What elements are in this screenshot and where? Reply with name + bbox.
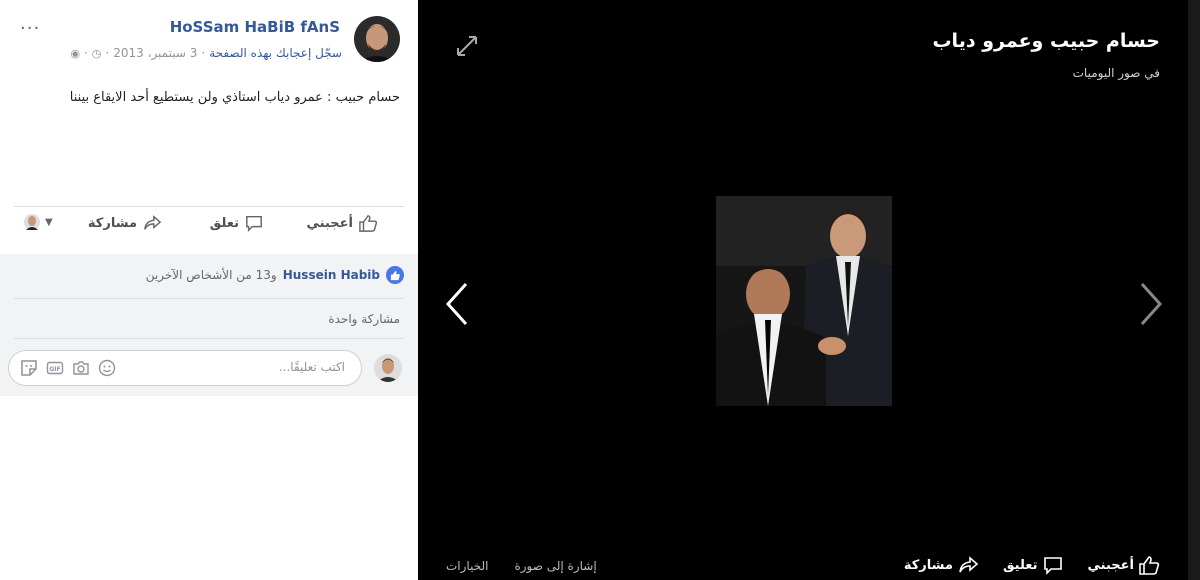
like-page-link[interactable]: سجّل إعجابك بهذه الصفحة	[209, 46, 342, 60]
commenter-avatar	[374, 354, 402, 382]
viewer-like-label: أعجبني	[1087, 557, 1134, 573]
viewer-scrollbar[interactable]	[1188, 0, 1200, 580]
reactions-others: و13 من الأشخاص الآخرين	[145, 268, 277, 282]
reactions-summary[interactable]: و13 من الأشخاص الآخرين Hussein Habib	[146, 266, 404, 284]
viewer-comment-label: تعليق	[1002, 557, 1038, 573]
share-button[interactable]: مشاركة	[88, 214, 162, 232]
post-as-selector[interactable]: ▼	[24, 214, 53, 230]
share-icon	[959, 556, 979, 573]
post-meta: ◉ · ◷ · 3 سبتمبر، 2013 · سجّل إعجابك بهذ…	[70, 46, 342, 60]
comment-input[interactable]	[163, 359, 347, 375]
comment-button[interactable]: تعلق	[210, 214, 264, 232]
share-count[interactable]: مشاركة واحدة	[328, 312, 400, 326]
page-name-link[interactable]: HoSSam HaBiB fAnS	[170, 18, 340, 36]
viewer-share-button[interactable]: مشاركة	[904, 555, 979, 575]
share-label: مشاركة	[87, 215, 137, 231]
divider	[14, 338, 404, 339]
divider	[14, 206, 404, 207]
options-link[interactable]: الخيارات	[446, 559, 488, 573]
emoji-icon[interactable]	[97, 358, 117, 378]
sticker-icon[interactable]	[19, 358, 39, 378]
tag-photo-link[interactable]: إشارة إلى صورة	[514, 559, 596, 573]
viewer-comment-button[interactable]: تعليق	[1003, 555, 1064, 575]
svg-text:GIF: GIF	[49, 366, 60, 373]
like-icon	[359, 215, 378, 232]
photo-viewer: حسام حبيب وعمرو دياب في صور اليوميات الخ…	[418, 0, 1200, 580]
prev-arrow-icon[interactable]	[442, 280, 472, 328]
photo-title: حسام حبيب وعمرو دياب	[932, 30, 1160, 52]
globe-icon: ◉	[70, 46, 80, 60]
expand-icon[interactable]	[455, 34, 479, 58]
comment-composer: GIF	[0, 348, 418, 388]
share-icon	[144, 215, 162, 230]
chevron-down-icon: ▼	[45, 216, 53, 228]
post-date[interactable]: 3 سبتمبر، 2013	[113, 46, 197, 60]
comment-box[interactable]: GIF	[8, 350, 362, 386]
comment-icon	[1043, 557, 1062, 575]
post-panel: ··· HoSSam HaBiB fAnS ◉ · ◷ · 3 سبتمبر، …	[0, 0, 418, 580]
post-text: حسام حبيب : عمرو دياب استاذي ولن يستطيع …	[69, 90, 400, 105]
next-arrow-icon[interactable]	[1136, 280, 1166, 328]
more-options-button[interactable]: ···	[20, 18, 40, 39]
clock-icon: ◷	[91, 46, 102, 60]
reactions-name[interactable]: Hussein Habib	[283, 268, 380, 282]
like-label: أعجبني	[306, 215, 353, 231]
viewer-like-button[interactable]: أعجبني	[1088, 555, 1160, 575]
album-link[interactable]: في صور اليوميات	[1073, 66, 1160, 80]
viewer-share-label: مشاركة	[903, 557, 953, 573]
comment-icon	[246, 215, 262, 232]
like-icon	[1139, 556, 1160, 575]
comment-label: تعلق	[209, 215, 239, 231]
divider	[14, 298, 404, 299]
avatar	[24, 214, 40, 230]
gif-icon[interactable]: GIF	[45, 358, 65, 378]
camera-icon[interactable]	[71, 358, 91, 378]
page-avatar[interactable]	[354, 16, 400, 62]
like-button[interactable]: أعجبني	[307, 214, 378, 232]
like-badge-icon	[386, 266, 404, 284]
post-actions: أعجبني تعلق مشاركة ▼	[0, 214, 418, 246]
photo	[716, 196, 892, 406]
